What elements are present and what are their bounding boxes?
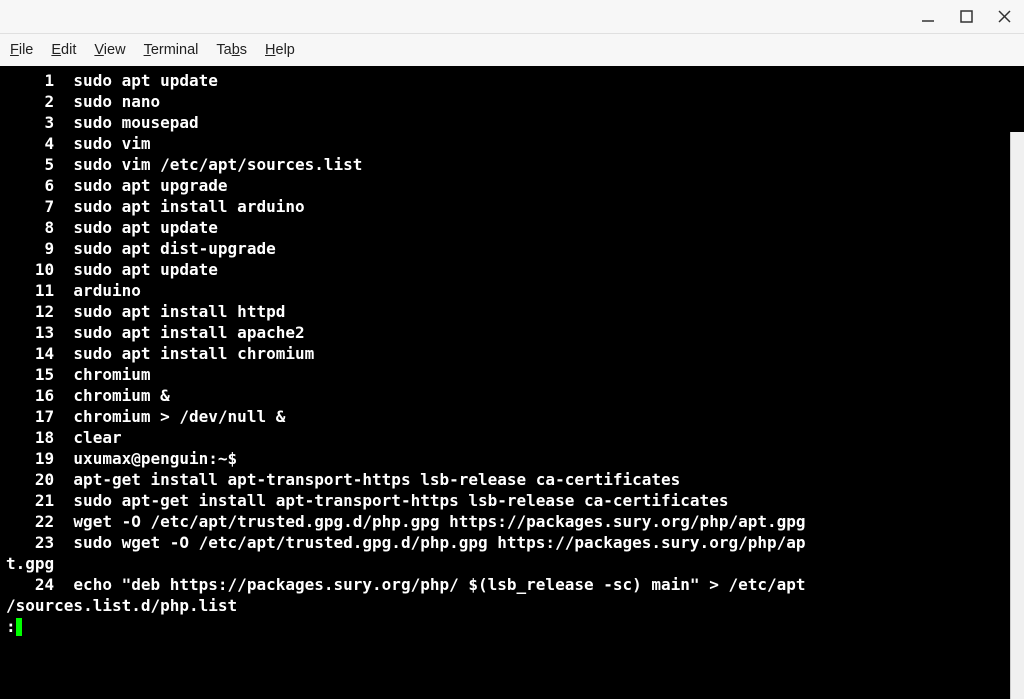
history-line: 22 wget -O /etc/apt/trusted.gpg.d/php.gp…: [6, 511, 1018, 532]
menu-help[interactable]: Help: [265, 42, 295, 58]
command-text: apt-get install apt-transport-https lsb-…: [73, 470, 680, 489]
history-line-wrap: /sources.list.d/php.list: [6, 595, 1018, 616]
line-number: 24: [6, 574, 54, 595]
history-line: 6 sudo apt upgrade: [6, 175, 1018, 196]
line-number: 5: [6, 154, 54, 175]
line-number: 21: [6, 490, 54, 511]
command-text: sudo apt update: [73, 260, 218, 279]
command-text: uxumax@penguin:~$: [73, 449, 237, 468]
command-text: sudo apt update: [73, 218, 218, 237]
line-number: 9: [6, 238, 54, 259]
line-number: 12: [6, 301, 54, 322]
maximize-button[interactable]: [958, 9, 974, 25]
history-line: 5 sudo vim /etc/apt/sources.list: [6, 154, 1018, 175]
command-text: clear: [73, 428, 121, 447]
command-text: sudo apt dist-upgrade: [73, 239, 275, 258]
command-text: sudo mousepad: [73, 113, 198, 132]
history-line: 2 sudo nano: [6, 91, 1018, 112]
history-line: 24 echo "deb https://packages.sury.org/p…: [6, 574, 1018, 595]
line-number: 8: [6, 217, 54, 238]
line-number: 15: [6, 364, 54, 385]
cursor: [16, 618, 23, 636]
line-number: 6: [6, 175, 54, 196]
line-number: 4: [6, 133, 54, 154]
line-number: 7: [6, 196, 54, 217]
history-line: 11 arduino: [6, 280, 1018, 301]
line-number: 13: [6, 322, 54, 343]
menu-edit[interactable]: Edit: [51, 42, 76, 58]
command-text: sudo vim: [73, 134, 150, 153]
line-number: 1: [6, 70, 54, 91]
history-line: 21 sudo apt-get install apt-transport-ht…: [6, 490, 1018, 511]
line-number: 3: [6, 112, 54, 133]
menu-file[interactable]: File: [10, 42, 33, 58]
line-number: 10: [6, 259, 54, 280]
close-button[interactable]: [996, 9, 1012, 25]
menu-view[interactable]: View: [94, 42, 125, 58]
history-line: 1 sudo apt update: [6, 70, 1018, 91]
line-number: 2: [6, 91, 54, 112]
scrollbar[interactable]: [1010, 132, 1024, 699]
line-number: 20: [6, 469, 54, 490]
history-line: 19 uxumax@penguin:~$: [6, 448, 1018, 469]
line-number: 22: [6, 511, 54, 532]
line-number: 17: [6, 406, 54, 427]
history-line: 3 sudo mousepad: [6, 112, 1018, 133]
command-text: echo "deb https://packages.sury.org/php/…: [73, 575, 805, 594]
line-number: 18: [6, 427, 54, 448]
command-text: sudo wget -O /etc/apt/trusted.gpg.d/php.…: [73, 533, 805, 552]
command-text: sudo apt update: [73, 71, 218, 90]
line-number: 23: [6, 532, 54, 553]
command-text: sudo vim /etc/apt/sources.list: [73, 155, 362, 174]
history-line: 4 sudo vim: [6, 133, 1018, 154]
history-line: 16 chromium &: [6, 385, 1018, 406]
command-text: wget -O /etc/apt/trusted.gpg.d/php.gpg h…: [73, 512, 805, 531]
history-line: 12 sudo apt install httpd: [6, 301, 1018, 322]
history-line: 20 apt-get install apt-transport-https l…: [6, 469, 1018, 490]
command-text: chromium > /dev/null &: [73, 407, 285, 426]
command-text: arduino: [73, 281, 140, 300]
prompt-char: :: [6, 617, 16, 636]
line-number: 19: [6, 448, 54, 469]
command-text: sudo apt-get install apt-transport-https…: [73, 491, 728, 510]
history-line: 23 sudo wget -O /etc/apt/trusted.gpg.d/p…: [6, 532, 1018, 553]
history-line: 14 sudo apt install chromium: [6, 343, 1018, 364]
command-text: sudo apt install chromium: [73, 344, 314, 363]
history-line: 10 sudo apt update: [6, 259, 1018, 280]
line-number: 11: [6, 280, 54, 301]
terminal-output[interactable]: 1 sudo apt update2 sudo nano3 sudo mouse…: [0, 66, 1024, 699]
history-line: 15 chromium: [6, 364, 1018, 385]
titlebar: [0, 0, 1024, 34]
menu-tabs[interactable]: Tabs: [216, 42, 247, 58]
history-line: 7 sudo apt install arduino: [6, 196, 1018, 217]
history-line: 13 sudo apt install apache2: [6, 322, 1018, 343]
history-line: 17 chromium > /dev/null &: [6, 406, 1018, 427]
minimize-button[interactable]: [920, 9, 936, 25]
command-text: sudo nano: [73, 92, 160, 111]
menu-terminal[interactable]: Terminal: [144, 42, 199, 58]
history-line: 18 clear: [6, 427, 1018, 448]
pager-prompt[interactable]: :: [6, 616, 1018, 637]
command-text: sudo apt install httpd: [73, 302, 285, 321]
command-text: chromium: [73, 365, 150, 384]
history-line-wrap: t.gpg: [6, 553, 1018, 574]
line-number: 16: [6, 385, 54, 406]
command-text: sudo apt install arduino: [73, 197, 304, 216]
history-line: 8 sudo apt update: [6, 217, 1018, 238]
command-text: sudo apt install apache2: [73, 323, 304, 342]
line-number: 14: [6, 343, 54, 364]
command-text: chromium &: [73, 386, 169, 405]
history-line: 9 sudo apt dist-upgrade: [6, 238, 1018, 259]
menubar: File Edit View Terminal Tabs Help: [0, 34, 1024, 66]
command-text: sudo apt upgrade: [73, 176, 227, 195]
